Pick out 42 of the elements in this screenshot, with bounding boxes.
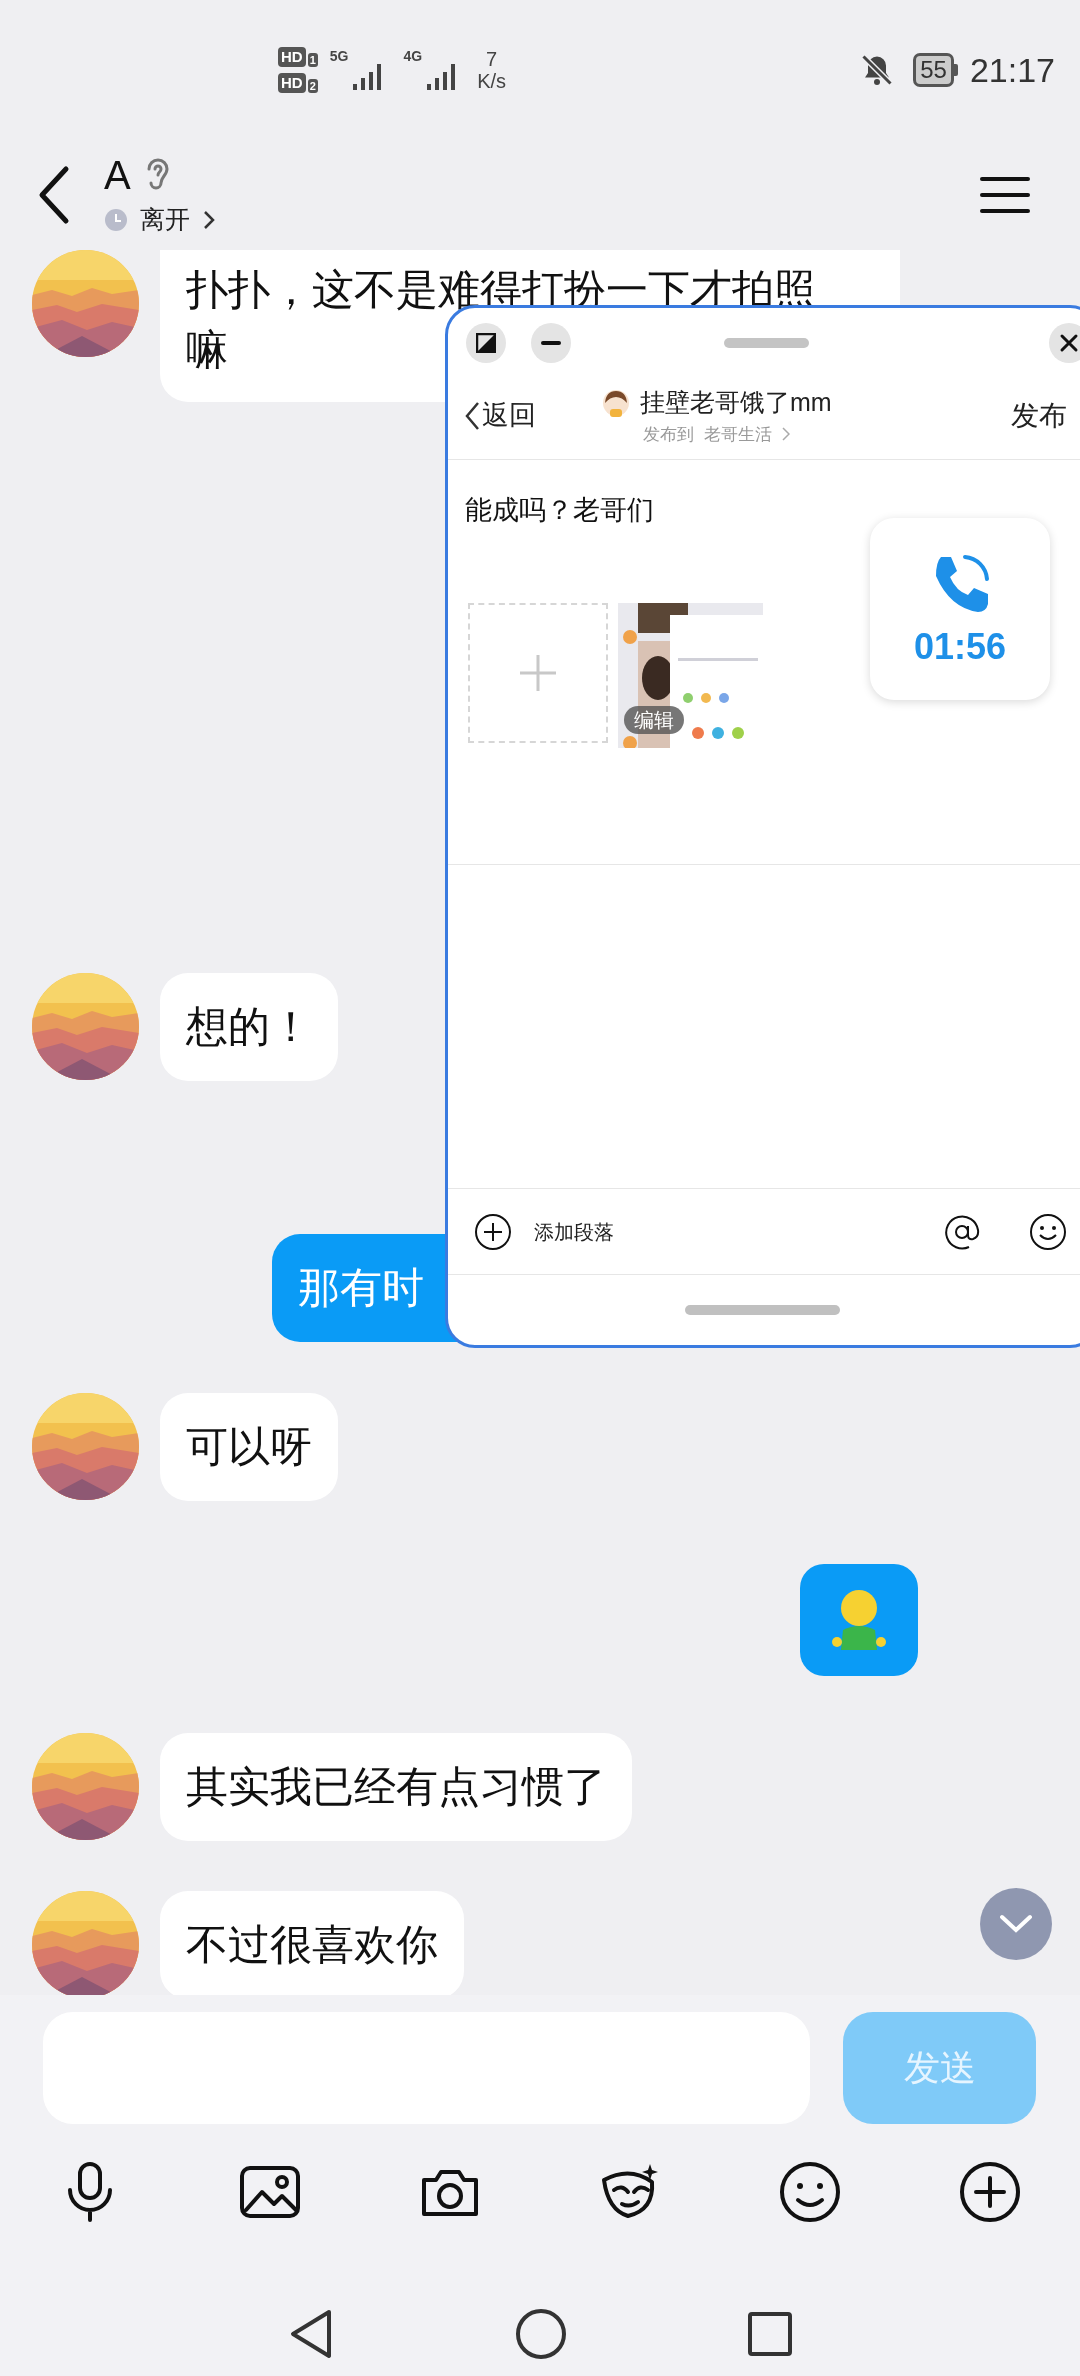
sticker-figure — [829, 1588, 889, 1652]
sim-slot: 2 — [307, 79, 318, 93]
contact-name[interactable]: A — [104, 151, 131, 200]
network-type: 5G — [329, 48, 349, 64]
speed-unit: K/s — [477, 70, 507, 92]
message-bubble: 不过很喜欢你 — [160, 1891, 464, 1995]
target-label: 发布到 — [643, 423, 695, 446]
chevron-right-icon — [202, 209, 216, 231]
plus-icon — [518, 652, 558, 693]
menu-icon[interactable] — [980, 175, 1030, 215]
message-bubble: 想的！ — [160, 973, 338, 1081]
resize-button[interactable] — [466, 323, 506, 363]
battery-level: 55 — [913, 53, 954, 87]
network-speed: 7 — [486, 48, 498, 70]
clock: 21:17 — [969, 49, 1055, 91]
close-icon — [1059, 333, 1079, 353]
clock-icon — [104, 208, 128, 232]
sim-badge: HD — [278, 73, 306, 93]
back-chevron-icon — [464, 400, 480, 431]
network-type: 4G — [403, 48, 423, 64]
sim-slot: 1 — [307, 53, 318, 67]
plus-icon[interactable] — [958, 2160, 1022, 2224]
user-avatar — [602, 388, 630, 417]
nav-home-icon[interactable] — [515, 2308, 567, 2360]
minimize-icon — [541, 340, 561, 346]
message-bubble: 其实我已经有点习惯了 — [160, 1733, 632, 1841]
chevron-right-icon — [782, 427, 791, 442]
presence-status[interactable]: 离开 — [140, 201, 190, 239]
chevron-down-icon — [999, 1914, 1033, 1934]
add-circle-icon[interactable] — [474, 1212, 512, 1251]
drag-handle[interactable] — [724, 338, 809, 348]
emoji-icon[interactable] — [778, 2160, 842, 2224]
close-button[interactable] — [1049, 323, 1080, 363]
message-bubble: 可以呀 — [160, 1393, 338, 1501]
publish-button[interactable]: 发布 — [1011, 394, 1067, 437]
resize-icon — [476, 333, 496, 353]
emoji-icon[interactable] — [1029, 1212, 1067, 1251]
call-timer: 01:56 — [913, 627, 1007, 667]
sim-badge: HD — [278, 47, 306, 67]
minimize-button[interactable] — [531, 323, 571, 363]
mention-icon[interactable] — [943, 1212, 981, 1251]
nav-recents-icon[interactable] — [747, 2311, 793, 2357]
